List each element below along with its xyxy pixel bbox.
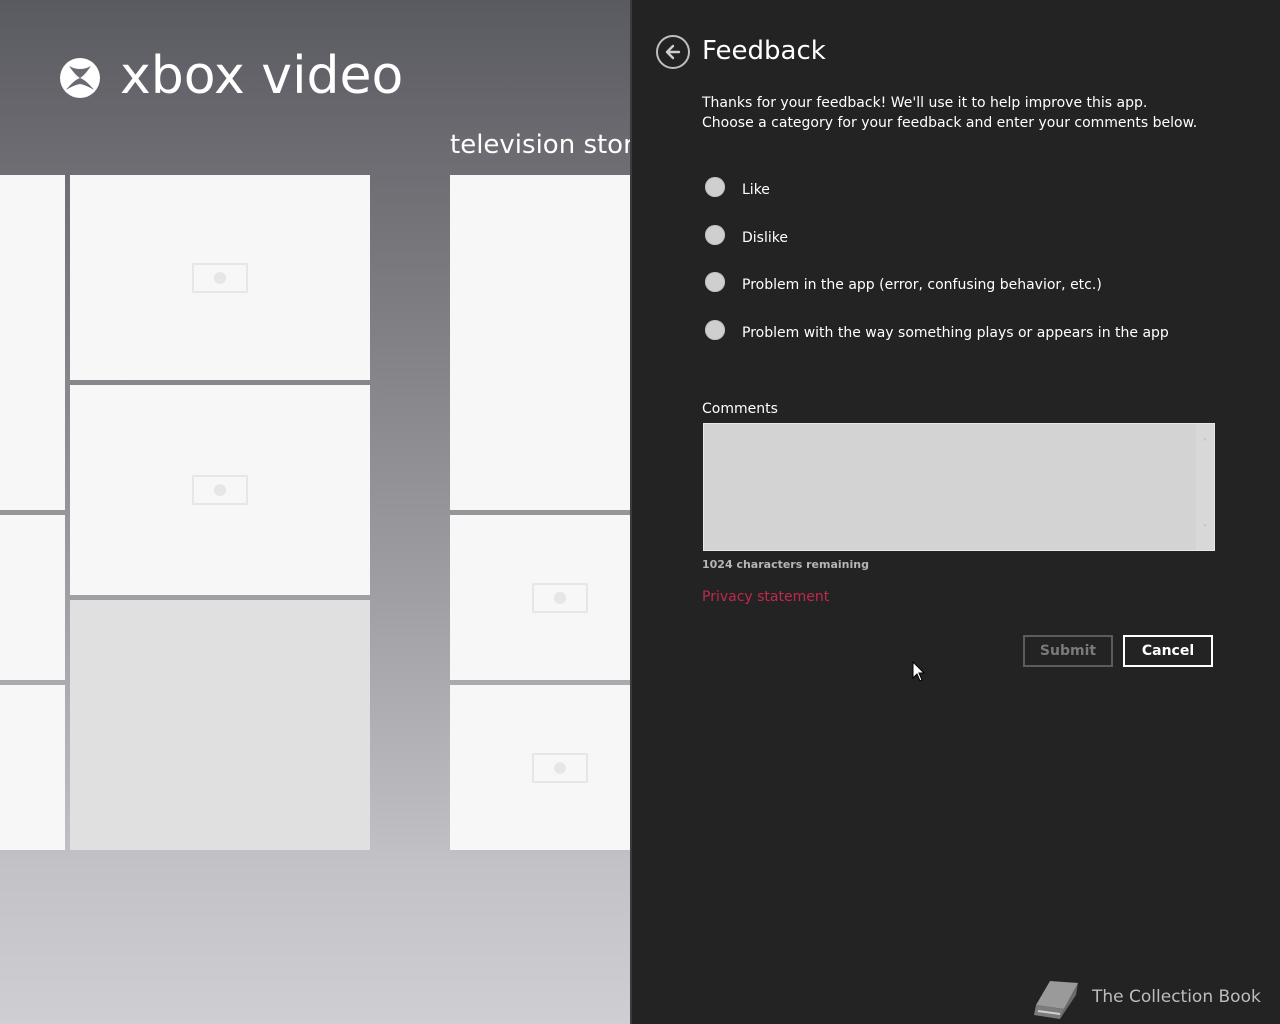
comments-box: ˄ ˅ [703,423,1215,551]
intro-line-2: Choose a category for your feedback and … [702,115,1198,131]
radio-label-dislike: Dislike [742,230,788,246]
watermark-text: The Collection Book [1092,987,1261,1007]
book-icon [1034,981,1078,1019]
radio-button-icon[interactable] [705,177,725,197]
characters-remaining: 1024 characters remaining [702,558,869,571]
radio-button-icon[interactable] [705,225,725,245]
xbox-video-app-background: xbox video television store [0,0,630,1024]
radio-button-icon[interactable] [705,320,725,340]
watermark: The Collection Book [1030,975,1280,1023]
video-tile[interactable] [70,600,370,850]
video-placeholder-icon [532,752,588,783]
video-tile[interactable] [70,175,370,380]
submit-button[interactable]: Submit [1023,635,1113,667]
video-tile[interactable] [70,385,370,595]
tv-store-tile[interactable] [450,175,630,510]
radio-label-problem-playback: Problem with the way something plays or … [742,325,1169,341]
comments-textarea[interactable] [704,424,1196,550]
comments-label: Comments [702,401,778,417]
back-arrow-icon [665,44,681,60]
video-tile[interactable] [0,175,65,510]
video-tile[interactable] [0,685,65,850]
section-title-television-store[interactable]: television store [450,128,630,162]
feedback-flyout: Feedback Thanks for your feedback! We'll… [630,0,1280,1024]
mouse-pointer-icon [912,661,926,682]
radio-problem-in-app[interactable]: Problem in the app (error, confusing beh… [702,272,1242,298]
scroll-up-arrow-icon[interactable]: ˄ [1199,438,1211,450]
privacy-statement-link[interactable]: Privacy statement [702,589,829,605]
scroll-down-arrow-icon[interactable]: ˅ [1199,524,1211,536]
comments-scrollbar[interactable]: ˄ ˅ [1196,424,1214,550]
intro-line-1: Thanks for your feedback! We'll use it t… [702,95,1148,111]
radio-like[interactable]: Like [702,177,1242,203]
video-placeholder-icon [192,475,248,505]
video-placeholder-icon [192,262,248,293]
video-tile[interactable] [0,515,65,680]
tv-store-tile[interactable] [450,685,630,850]
radio-problem-playback[interactable]: Problem with the way something plays or … [702,320,1242,346]
flyout-title: Feedback [702,36,826,66]
intro-text: Thanks for your feedback! We'll use it t… [702,93,1262,133]
radio-label-like: Like [742,182,770,198]
radio-label-problem-in-app: Problem in the app (error, confusing beh… [742,277,1102,293]
xbox-logo-icon [60,58,100,98]
app-title: xbox video [120,46,404,106]
back-button[interactable] [656,35,690,69]
radio-dislike[interactable]: Dislike [702,225,1242,251]
video-placeholder-icon [532,582,588,613]
radio-button-icon[interactable] [705,272,725,292]
tv-store-tile[interactable] [450,515,630,680]
cancel-button[interactable]: Cancel [1123,635,1213,667]
